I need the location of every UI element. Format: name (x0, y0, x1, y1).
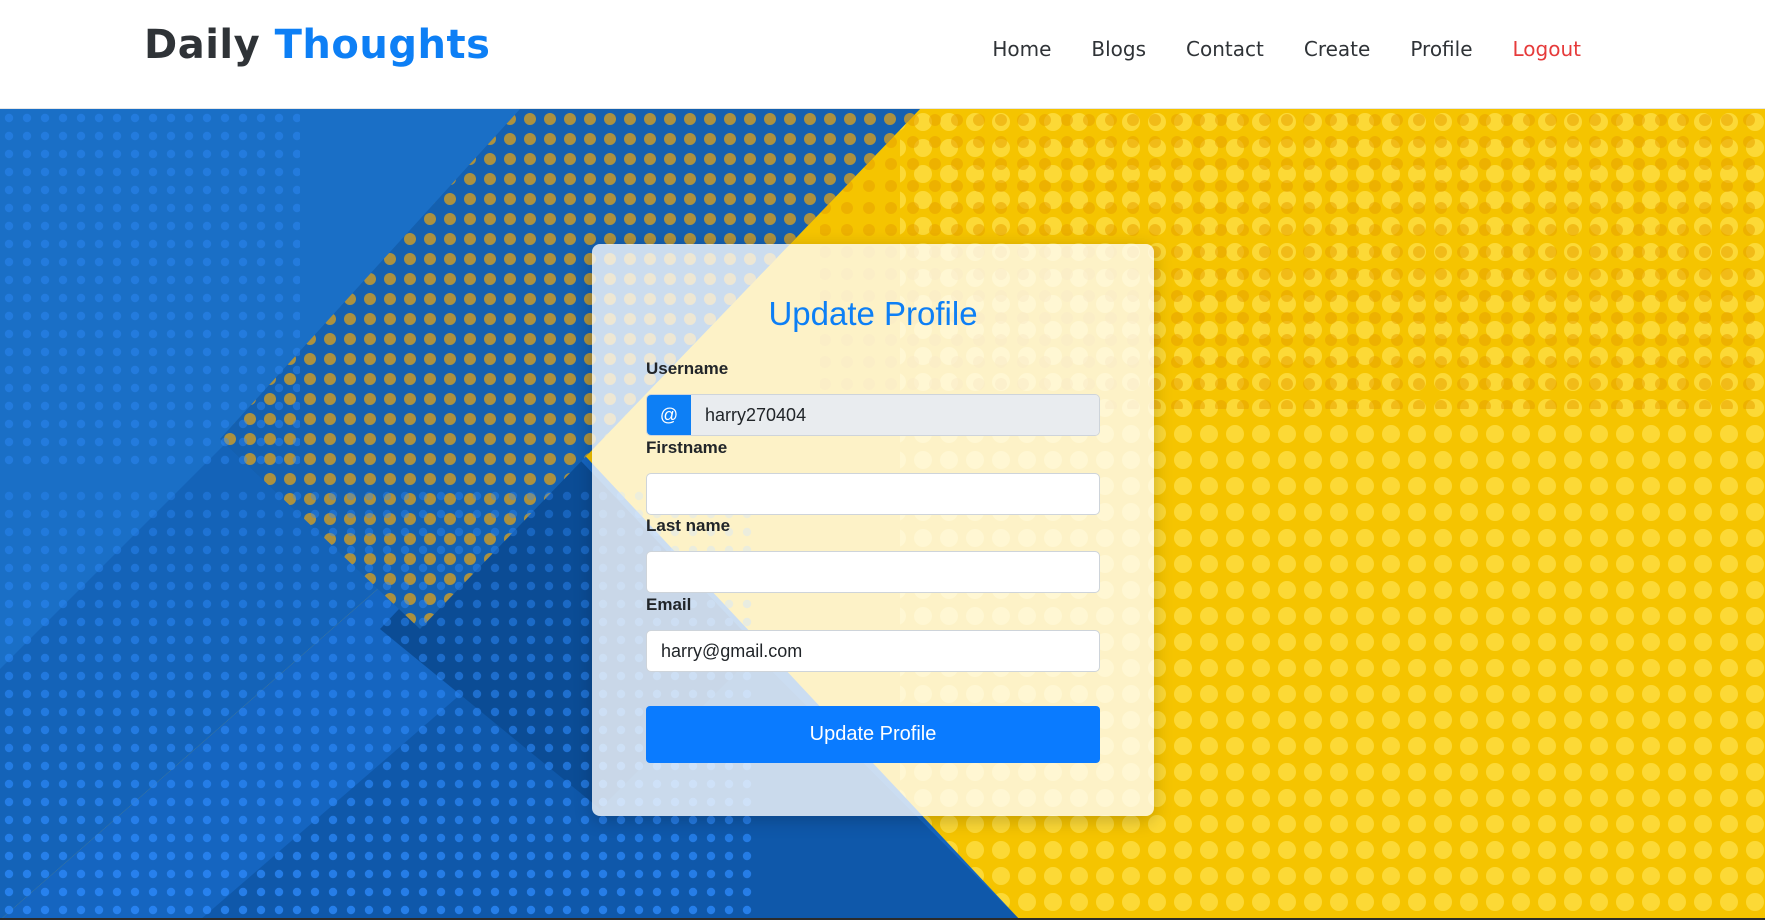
username-input-group: @ (646, 394, 1100, 436)
brand-word-thoughts: Thoughts (274, 22, 491, 68)
lastname-label: Last name (646, 516, 731, 535)
at-sign-icon: @ (647, 395, 691, 435)
update-profile-button[interactable]: Update Profile (646, 706, 1100, 763)
username-field[interactable] (691, 395, 1099, 435)
lastname-field[interactable] (646, 551, 1100, 593)
update-profile-card: Update Profile Username @ Firstname Last… (592, 244, 1154, 816)
nav-link-logout[interactable]: Logout (1513, 37, 1581, 61)
nav-link-create[interactable]: Create (1304, 37, 1370, 61)
username-label: Username (646, 359, 729, 378)
nav-link-blogs[interactable]: Blogs (1091, 37, 1146, 61)
brand-word-daily: Daily (144, 22, 261, 68)
form-title: Update Profile (768, 295, 978, 332)
nav-link-home[interactable]: Home (992, 37, 1051, 61)
main-nav: Home Blogs Contact Create Profile Logout (952, 37, 1581, 61)
firstname-field[interactable] (646, 473, 1100, 515)
nav-link-profile[interactable]: Profile (1410, 37, 1472, 61)
firstname-label: Firstname (646, 438, 728, 457)
email-field[interactable] (646, 630, 1100, 672)
brand-logo[interactable]: Daily Thoughts (144, 22, 490, 68)
nav-link-contact[interactable]: Contact (1186, 37, 1264, 61)
top-navbar: Daily Thoughts Home Blogs Contact Create… (0, 0, 1765, 109)
email-label: Email (646, 595, 692, 614)
